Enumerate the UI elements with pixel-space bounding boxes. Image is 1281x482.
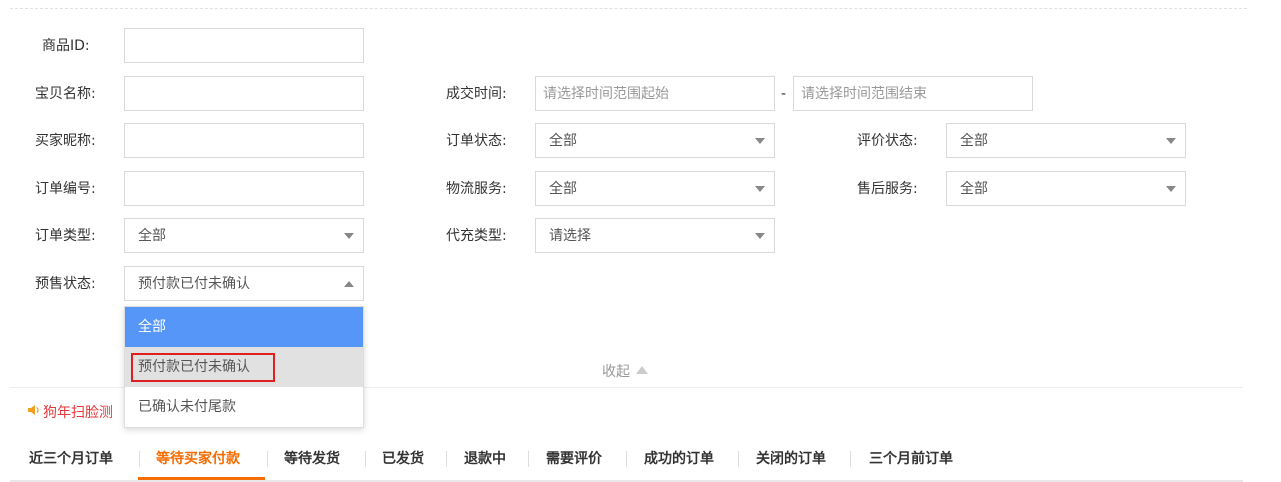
tab-needs-review[interactable]: 需要评价	[546, 440, 602, 478]
item-name-label: 宝贝名称:	[35, 86, 96, 102]
order-status-select[interactable]: 全部	[535, 123, 775, 158]
logistics-label: 物流服务:	[446, 181, 507, 197]
collapse-label: 收起	[602, 364, 630, 380]
chevron-down-icon	[344, 233, 354, 239]
deal-time-label: 成交时间:	[446, 86, 507, 102]
tab-separator	[626, 451, 627, 467]
notice-bar[interactable]: 狗年扫脸测	[27, 402, 113, 422]
logistics-value: 全部	[549, 181, 577, 197]
tab-awaiting-shipment[interactable]: 等待发货	[284, 440, 340, 478]
order-type-value: 全部	[138, 228, 166, 244]
tab-successful-orders[interactable]: 成功的订单	[644, 440, 714, 478]
tab-separator	[267, 451, 268, 467]
order-type-select[interactable]: 全部	[124, 218, 364, 253]
order-type-label: 订单类型:	[35, 228, 96, 244]
triangle-up-icon	[636, 366, 648, 374]
review-status-value: 全部	[960, 133, 988, 149]
presale-status-value: 预付款已付未确认	[138, 276, 250, 292]
dropdown-option-confirmed-unpaid-balance[interactable]: 已确认未付尾款	[125, 387, 363, 427]
order-status-value: 全部	[549, 133, 577, 149]
tab-separator	[446, 451, 447, 467]
chevron-down-icon	[755, 233, 765, 239]
recharge-type-value: 请选择	[549, 228, 591, 244]
after-sale-label: 售后服务:	[857, 181, 918, 197]
product-id-input[interactable]	[124, 28, 364, 63]
recharge-type-label: 代充类型:	[446, 228, 507, 244]
product-id-label: 商品ID:	[42, 38, 90, 54]
after-sale-select[interactable]: 全部	[946, 171, 1186, 206]
collapse-toggle[interactable]: 收起	[602, 361, 648, 381]
notice-text: 狗年扫脸测	[43, 405, 113, 421]
tab-awaiting-payment[interactable]: 等待买家付款	[156, 440, 240, 478]
deal-time-start-placeholder: 请选择时间范围起始	[543, 86, 669, 102]
chevron-down-icon	[755, 138, 765, 144]
deal-time-end-input[interactable]: 请选择时间范围结束	[793, 76, 1033, 111]
deal-time-start-input[interactable]: 请选择时间范围起始	[535, 76, 775, 111]
tab-closed-orders[interactable]: 关闭的订单	[756, 440, 826, 478]
presale-status-label: 预售状态:	[35, 276, 96, 292]
logistics-select[interactable]: 全部	[535, 171, 775, 206]
recharge-type-select[interactable]: 请选择	[535, 218, 775, 253]
presale-status-dropdown: 全部 预付款已付未确认 已确认未付尾款	[124, 306, 364, 428]
tab-separator	[850, 451, 851, 467]
order-no-input[interactable]	[124, 171, 364, 206]
item-name-input[interactable]	[124, 76, 364, 111]
tab-recent-three-months[interactable]: 近三个月订单	[29, 440, 113, 478]
date-range-separator: -	[781, 86, 787, 102]
speaker-icon	[27, 403, 41, 421]
tab-separator	[365, 451, 366, 467]
chevron-down-icon	[755, 186, 765, 192]
tab-refunding[interactable]: 退款中	[464, 440, 506, 478]
deal-time-end-placeholder: 请选择时间范围结束	[801, 86, 927, 102]
after-sale-value: 全部	[960, 181, 988, 197]
review-status-select[interactable]: 全部	[946, 123, 1186, 158]
buyer-nick-label: 买家昵称:	[35, 133, 96, 149]
chevron-up-icon	[344, 281, 354, 287]
tab-older-orders[interactable]: 三个月前订单	[869, 440, 953, 478]
order-tabs: 近三个月订单 等待买家付款 等待发货 已发货 退款中 需要评价 成功的订单 关闭…	[10, 440, 1243, 482]
tab-separator	[139, 451, 140, 467]
dropdown-option-all[interactable]: 全部	[125, 307, 363, 347]
buyer-nick-input[interactable]	[124, 123, 364, 158]
review-status-label: 评价状态:	[857, 133, 918, 149]
chevron-down-icon	[1166, 138, 1176, 144]
dropdown-option-prepaid-unconfirmed[interactable]: 预付款已付未确认	[125, 347, 363, 387]
order-status-label: 订单状态:	[446, 133, 507, 149]
highlight-box	[131, 353, 275, 382]
chevron-down-icon	[1166, 186, 1176, 192]
active-tab-indicator	[138, 477, 265, 480]
top-divider	[10, 8, 1247, 9]
tab-shipped[interactable]: 已发货	[382, 440, 424, 478]
tab-separator	[738, 451, 739, 467]
order-no-label: 订单编号:	[35, 181, 96, 197]
presale-status-select[interactable]: 预付款已付未确认	[124, 266, 364, 301]
tab-separator	[528, 451, 529, 467]
